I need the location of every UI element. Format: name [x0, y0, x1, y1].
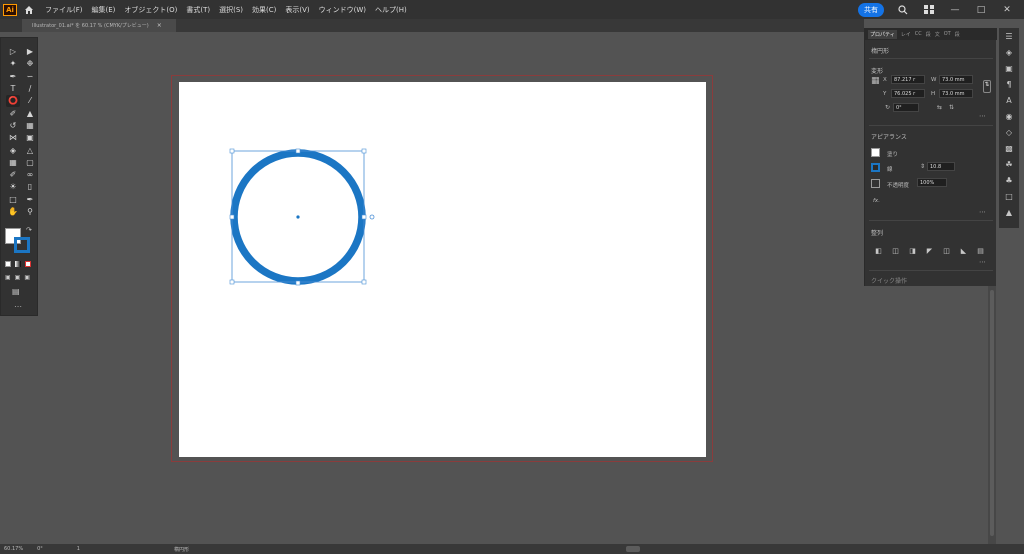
- quick-actions-title: クイック操作: [871, 278, 908, 285]
- brushes-panel-icon[interactable]: ☘: [999, 156, 1019, 172]
- transform-section-title: 変形: [871, 68, 884, 75]
- align-left-icon[interactable]: ◧: [873, 246, 884, 255]
- panel-tabs: プロパティ レイ CC 段 文 OT 段: [865, 28, 997, 40]
- opacity-label: 不透明度: [887, 183, 910, 189]
- align-center-h-icon[interactable]: ◫: [890, 246, 901, 255]
- opentype-panel-icon[interactable]: ◉: [999, 108, 1019, 124]
- divider: [869, 125, 993, 126]
- current-tool-label: 楕円形: [173, 546, 189, 553]
- align-section-title: 整列: [871, 230, 884, 237]
- pie-widget: [369, 214, 375, 220]
- handle-top-left: [229, 148, 235, 154]
- align-distribute-icon[interactable]: ▤: [975, 246, 986, 255]
- fill-color-swatch[interactable]: [871, 148, 880, 157]
- zoom-level[interactable]: 60.17%: [4, 546, 23, 552]
- divider: [869, 220, 993, 221]
- appearance-more-icon[interactable]: ⋯: [979, 208, 986, 216]
- swatches-panel-icon[interactable]: ▩: [999, 140, 1019, 156]
- h-field[interactable]: 73.0 mm: [939, 89, 973, 98]
- artboard-navigator[interactable]: 1: [77, 546, 80, 552]
- rotation-angle[interactable]: 0°: [37, 546, 43, 552]
- tab-paragraph-styles[interactable]: 段: [955, 31, 960, 38]
- paragraph-panel-icon[interactable]: ¶: [999, 76, 1019, 92]
- tab-paragraph[interactable]: 段: [926, 31, 931, 38]
- gradient-panel-icon[interactable]: ▲: [999, 204, 1019, 220]
- align-more-icon[interactable]: ⋯: [979, 258, 986, 266]
- tab-opentype[interactable]: OT: [944, 31, 951, 37]
- handle-top-right: [361, 148, 367, 154]
- opacity-swatch: [871, 179, 880, 188]
- align-buttons: ◧ ◫ ◨ ◤ ◫ ◣ ▤: [873, 246, 986, 255]
- stroke-color-swatch[interactable]: [871, 163, 880, 172]
- layers-panel-icon[interactable]: ◈: [999, 44, 1019, 60]
- x-field[interactable]: 87.217 r: [891, 75, 925, 84]
- divider: [869, 270, 993, 271]
- transform-panel-icon[interactable]: □: [999, 188, 1019, 204]
- status-bar: 60.17% 0° 1 楕円形: [0, 544, 1024, 554]
- stroke-stepper-icon[interactable]: ⇕: [920, 163, 925, 170]
- align-bottom-icon[interactable]: ◣: [958, 246, 969, 255]
- handle-bottom-right: [361, 279, 367, 285]
- rotate-field[interactable]: 0°: [893, 103, 919, 112]
- y-field[interactable]: 76.025 r: [891, 89, 925, 98]
- symbols-panel-icon[interactable]: ♣: [999, 172, 1019, 188]
- horizontal-scroll-thumb[interactable]: [626, 546, 640, 552]
- object-type-label: 楕円形: [871, 48, 890, 55]
- opacity-field[interactable]: 100%: [917, 178, 947, 187]
- y-label: Y: [883, 91, 887, 97]
- x-label: X: [883, 77, 887, 83]
- tab-character[interactable]: 文: [935, 31, 940, 38]
- h-label: H: [931, 91, 936, 97]
- properties-panel: プロパティ レイ CC 段 文 OT 段 楕円形 変形 ▦ X 87.217 r…: [864, 28, 997, 286]
- properties-panel-icon[interactable]: ☰: [999, 28, 1019, 44]
- glyphs-panel-icon[interactable]: ◇: [999, 124, 1019, 140]
- align-center-v-icon[interactable]: ◫: [941, 246, 952, 255]
- tab-libraries[interactable]: CC: [915, 31, 922, 37]
- vertical-scroll-thumb[interactable]: [990, 290, 994, 536]
- libraries-panel-icon[interactable]: ▣: [999, 60, 1019, 76]
- fill-label: 塗り: [887, 152, 899, 158]
- reference-point-icon[interactable]: ▦: [871, 76, 880, 86]
- flip-vertical-icon[interactable]: ⇅: [949, 104, 954, 111]
- stroke-weight-field[interactable]: 10.8: [927, 162, 955, 171]
- appearance-section-title: アピアランス: [871, 134, 907, 141]
- character-panel-icon[interactable]: A: [999, 92, 1019, 108]
- w-field[interactable]: 73.0 mm: [939, 75, 973, 84]
- tab-properties[interactable]: プロパティ: [868, 29, 897, 39]
- flip-horizontal-icon[interactable]: ⇆: [937, 104, 942, 111]
- panel-icon-column: ☰ ◈ ▣ ¶ A ◉ ◇ ▩ ☘ ♣ □ ▲: [999, 28, 1019, 228]
- divider: [869, 58, 993, 59]
- handle-bottom-left: [229, 279, 235, 285]
- transform-more-icon[interactable]: ⋯: [979, 112, 986, 120]
- align-top-icon[interactable]: ◤: [924, 246, 935, 255]
- constrain-proportions-icon[interactable]: ⇅: [983, 80, 991, 93]
- stroke-label: 線: [887, 167, 893, 173]
- w-label: W: [931, 77, 937, 83]
- rotate-icon: ↻: [885, 104, 891, 111]
- tab-layers[interactable]: レイ: [901, 31, 911, 38]
- align-right-icon[interactable]: ◨: [907, 246, 918, 255]
- effects-label[interactable]: fx.: [873, 198, 880, 204]
